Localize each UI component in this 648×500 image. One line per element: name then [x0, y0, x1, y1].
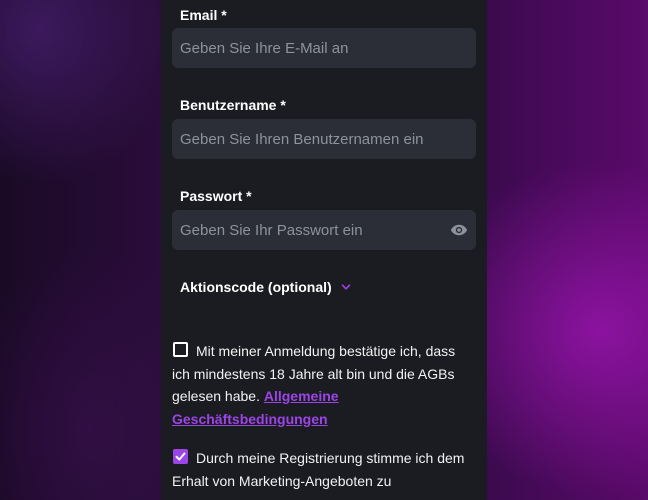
- username-label: Benutzername *: [180, 97, 286, 113]
- promo-code-toggle[interactable]: Aktionscode (optional): [180, 279, 352, 295]
- chevron-down-icon: [341, 284, 350, 290]
- email-field-wrapper: [172, 28, 476, 68]
- password-field-wrapper: [172, 210, 476, 250]
- email-field[interactable]: [172, 28, 476, 68]
- age-terms-consent: Mit meiner Anmeldung bestätige ich, dass…: [172, 340, 472, 430]
- promo-code-label: Aktionscode (optional): [180, 279, 332, 295]
- email-label: Email *: [180, 7, 227, 23]
- password-label: Passwort *: [180, 188, 252, 204]
- marketing-text: Durch meine Registrierung stimme ich dem…: [172, 450, 465, 489]
- eye-icon[interactable]: [450, 221, 468, 239]
- age-terms-checkbox[interactable]: [173, 342, 188, 357]
- checkmark-icon: [175, 452, 186, 461]
- username-field[interactable]: [172, 119, 476, 159]
- username-field-wrapper: [172, 119, 476, 159]
- marketing-checkbox[interactable]: [173, 449, 188, 464]
- marketing-consent: Durch meine Registrierung stimme ich dem…: [172, 447, 472, 492]
- registration-panel: Email * Benutzername * Passwort * Aktion…: [161, 0, 487, 500]
- password-field[interactable]: [172, 210, 476, 250]
